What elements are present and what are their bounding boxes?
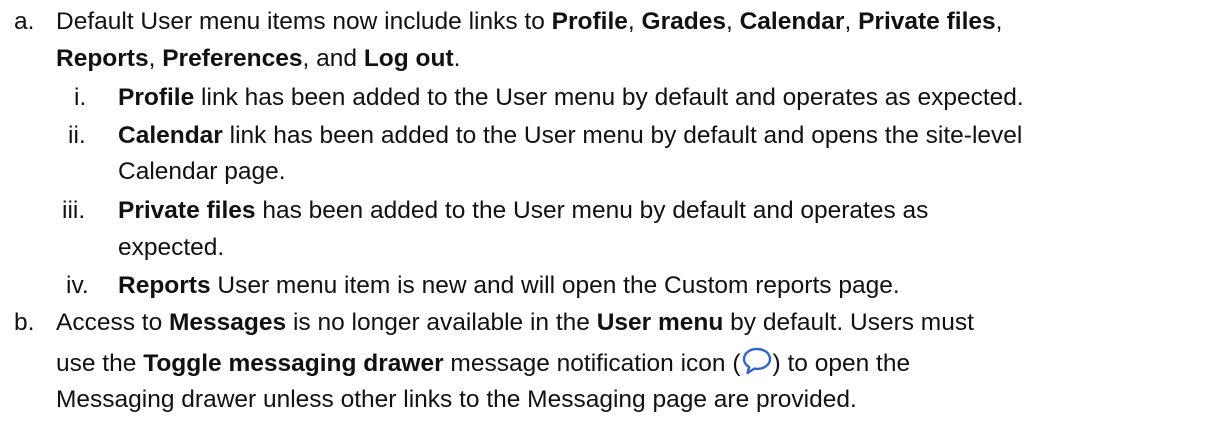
item-a-line-1: Default User menu items now include link… bbox=[56, 7, 1002, 37]
text: , bbox=[725, 8, 740, 35]
bold-toggle-messaging-drawer: Toggle messaging drawer bbox=[143, 350, 444, 377]
item-i-line-1: Profile link has been added to the User … bbox=[118, 83, 1024, 113]
text: User menu item is new and will open the … bbox=[210, 272, 900, 299]
text: message notification icon ( bbox=[443, 350, 741, 377]
item-ii-line-2: Calendar page. bbox=[118, 158, 286, 185]
bold-private-files: Private files bbox=[858, 8, 996, 35]
bold-grades: Grades bbox=[641, 8, 726, 35]
text: , and bbox=[302, 45, 364, 72]
text: Default User menu items now include link… bbox=[56, 8, 552, 35]
bold-profile: Profile bbox=[551, 8, 628, 35]
text: link has been added to the User menu by … bbox=[194, 84, 1024, 111]
text: , bbox=[627, 8, 642, 35]
text: ) to open the bbox=[772, 350, 911, 377]
bold-profile: Profile bbox=[118, 84, 195, 111]
text: by default. Users must bbox=[723, 309, 974, 336]
text: use the bbox=[56, 350, 144, 377]
bold-calendar: Calendar bbox=[739, 8, 845, 35]
item-iv-line-1: Reports User menu item is new and will o… bbox=[118, 271, 900, 301]
text: , bbox=[844, 8, 859, 35]
text: , bbox=[995, 8, 1003, 35]
item-iii-line-1: Private files has been added to the User… bbox=[118, 196, 928, 226]
bold-reports: Reports bbox=[56, 45, 149, 72]
text: is no longer available in the bbox=[286, 309, 597, 336]
speech-bubble-icon bbox=[742, 347, 772, 375]
item-b-line-1: Access to Messages is no longer availabl… bbox=[56, 308, 974, 338]
item-b-line-3: Messaging drawer unless other links to t… bbox=[56, 386, 857, 413]
bold-preferences: Preferences bbox=[162, 45, 303, 72]
bold-reports: Reports bbox=[118, 272, 211, 299]
text: Access to bbox=[56, 309, 170, 336]
list-marker-iii: iii. bbox=[62, 197, 86, 224]
list-marker-b: b. bbox=[14, 309, 35, 336]
list-marker-iv: iv. bbox=[66, 272, 89, 299]
item-ii-line-1: Calendar link has been added to the User… bbox=[118, 121, 1022, 151]
text: has been added to the User menu by defau… bbox=[255, 197, 929, 224]
list-marker-ii: ii. bbox=[68, 122, 86, 149]
item-a-line-2: Reports, Preferences, and Log out. bbox=[56, 44, 460, 74]
text: link has been added to the User menu by … bbox=[222, 122, 1023, 149]
item-b-line-2: use the Toggle messaging drawer message … bbox=[56, 347, 910, 379]
bold-user-menu: User menu bbox=[596, 309, 724, 336]
bold-calendar: Calendar bbox=[118, 122, 223, 149]
list-marker-i: i. bbox=[74, 84, 87, 111]
list-marker-a: a. bbox=[14, 8, 35, 35]
bold-private-files: Private files bbox=[118, 197, 256, 224]
text: , bbox=[148, 45, 163, 72]
bold-log-out: Log out bbox=[363, 45, 454, 72]
text: . bbox=[453, 45, 461, 72]
item-iii-line-2: expected. bbox=[118, 234, 225, 261]
bold-messages: Messages bbox=[169, 309, 287, 336]
